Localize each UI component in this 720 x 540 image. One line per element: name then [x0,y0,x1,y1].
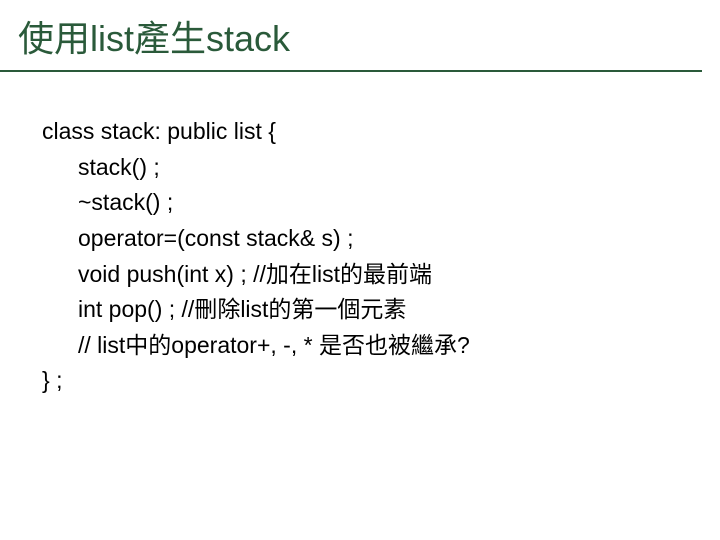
code-line: class stack: public list { [42,114,720,150]
code-line: int pop() ; //刪除list的第一個元素 [42,292,720,328]
slide: 使用list產生stack class stack: public list {… [0,0,720,540]
code-block: class stack: public list { stack() ; ~st… [0,72,720,399]
code-line: operator=(const stack& s) ; [42,221,720,257]
code-line: void push(int x) ; //加在list的最前端 [42,257,720,293]
code-line: stack() ; [42,150,720,186]
code-line: } ; [42,363,720,399]
code-line: // list中的operator+, -, * 是否也被繼承? [42,328,720,364]
slide-title: 使用list產生stack [0,0,702,72]
code-line: ~stack() ; [42,185,720,221]
